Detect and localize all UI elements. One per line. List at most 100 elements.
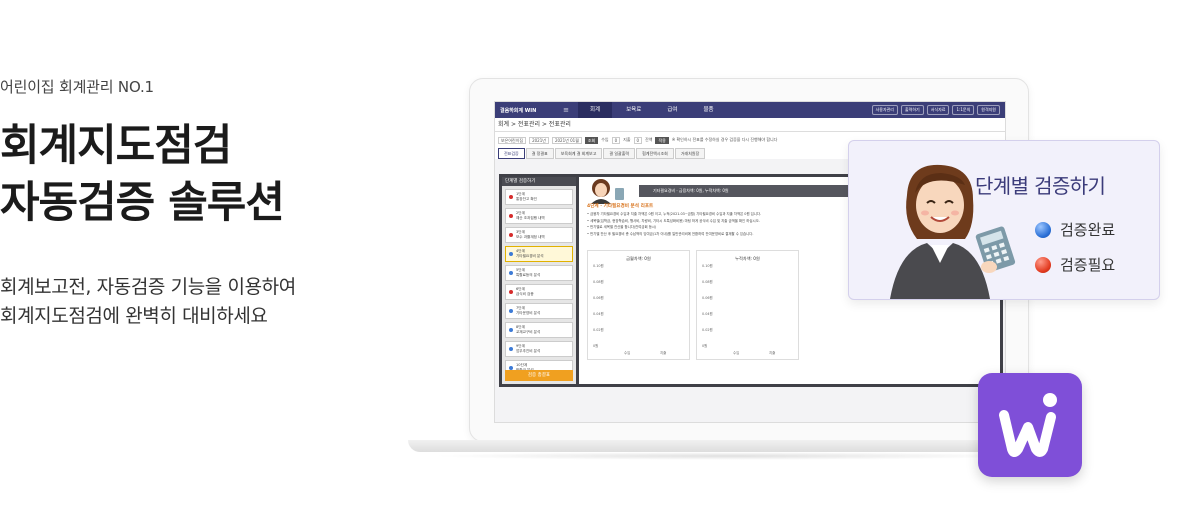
status-dot [509,271,513,275]
tab-inquiry[interactable]: 협계전액시조회 [636,148,674,159]
util-print[interactable]: 출력하기 [900,105,924,115]
tab-slips[interactable]: 결 정결표 [525,148,554,159]
income-value: 0 [611,136,621,144]
search-button[interactable]: 조회 [584,136,599,144]
chart-tick: 0.02원 [702,328,713,332]
mini-character-illustration [591,179,624,204]
monthly-difference-chart: 금월차액: 0원 0.10원 0.08원 0.06원 0.04원 0.02원 0… [587,250,690,360]
chart-tick: 0.08원 [702,280,713,284]
step-label: 4단계 기타필요경비 분석 [516,249,544,258]
util-users[interactable]: 사용자관리 [871,105,898,115]
hero-banner: 어린이집 회계관리 NO.1 회계지도점검 자동검증 솔루션 회계보고전, 자동… [0,0,1200,531]
chart-tick: 0.02원 [593,328,604,332]
summary-button[interactable]: 검증 총결표 [505,370,573,381]
tagline: 어린이집 회계관리 NO.1 [0,78,154,96]
app-nav: 회계 보육료 급여 물품 [578,102,726,118]
step-label: 2단계 예산 조과집행 내역 [516,211,545,220]
org-select[interactable]: 보은어린이집 [498,136,527,144]
step-label: 6단계 급식비 검증 [516,287,534,296]
chart-tick: 0.06원 [593,296,604,300]
nav-item-goods[interactable]: 물품 [691,102,725,118]
util-inquiry[interactable]: 1:1문의 [952,105,975,115]
year-select[interactable]: 2021년 [529,136,549,144]
status-dot [509,195,513,199]
description-line-1: 회계보고전, 자동검증 기능을 이용하여 [0,276,296,298]
status-dot [509,252,513,256]
description: 회계보고전, 자동검증 기능을 이용하여 회계지도점검에 완벽히 대비하세요 [0,273,296,331]
month-select[interactable]: 2021년 01월 [551,136,582,144]
util-forms[interactable]: 서식자료 [926,105,950,115]
balance-label: 잔액 [645,137,653,142]
step-item[interactable]: 7단계 기타운영비 분석 [505,303,573,319]
step-item[interactable]: 2단계 예산 조과집행 내역 [505,208,573,224]
step-label: 5단계 특활료등의 분석 [516,268,541,277]
breadcrumb: 회계 > 전표관리 > 전표관리 [495,118,1005,132]
app-logo-badge [978,373,1082,477]
tab-ledger[interactable]: 거래처원장 [674,148,706,159]
step-item[interactable]: 6단계 급식비 검증 [505,284,573,300]
tab-batch-print[interactable]: 결 일괄출력 [603,148,636,159]
chart-bar-label: 수입 [624,351,631,355]
steps-sidebar: 단계별 검증하기 1단계 통장잔고 확인 2단계 예산 조과집행 내역 3단계 보수 … [502,177,576,384]
panel-title: 4단계 · 기타필요경비 분석 리포트 [587,204,654,209]
step-item[interactable]: 1단계 통장잔고 확인 [505,189,573,205]
legend-needs-verification: 검증필요 [1035,254,1115,275]
headline-line-1: 회계지도점검 [0,121,232,171]
step-label: 7단계 기타운영비 분석 [516,306,541,315]
needs-verification-status-icon [1035,256,1051,273]
chart-title: 금월차액: 0원 [626,256,651,261]
expense-label: 지출 [623,137,631,142]
legend-verified-label: 검증완료 [1060,221,1116,239]
nav-item-tuition[interactable]: 보육료 [614,102,653,118]
chart-tick: 0.10원 [702,264,713,268]
app-utilities: 사용자관리 출력하기 서식자료 1:1문의 원격지원 [871,105,1000,115]
chart-tick: 0원 [702,344,708,348]
chart-bar-label: 수입 [733,351,740,355]
steps-title: 단계별 검증하기 [502,177,576,186]
headline-line-2: 자동검증 솔루션 [0,178,285,228]
status-dot [509,328,513,332]
expense-value: 0 [633,136,643,144]
legend-needs-verification-label: 검증필요 [1060,256,1116,274]
apply-button[interactable]: 적용 [655,136,669,144]
step-label: 1단계 통장잔고 확인 [516,192,537,201]
status-dot [509,233,513,237]
step-item[interactable]: 9단계 업무추진비 분석 [505,341,573,357]
status-dot [509,347,513,351]
step-label: 9단계 업무추진비 분석 [516,344,541,353]
tab-verify[interactable]: 전표검증 [498,148,525,159]
status-dot [509,214,513,218]
util-remote[interactable]: 원격지원 [977,105,1000,115]
cumulative-difference-chart: 누적차액: 0원 0.10원 0.08원 0.06원 0.04원 0.02원 0… [696,250,799,360]
laptop-shadow [430,452,1026,460]
step-item[interactable]: 3단계 보수 과쁠계정 내역 [505,227,573,243]
chart-tick: 0.04원 [593,312,604,316]
card-title: 단계별 검증하기 [975,174,1106,198]
chart-bar-label: 지출 [769,351,776,355]
step-item-current[interactable]: 4단계 기타필요경비 분석 [505,246,573,262]
verified-status-icon [1035,221,1051,238]
legend-verified: 검증완료 [1035,219,1115,240]
step-item[interactable]: 8단계 교재교구비 분석 [505,322,573,338]
income-label: 수입 [601,137,609,142]
menu-icon[interactable]: ≡ [560,106,572,114]
chart-tick: 0원 [593,344,599,348]
step-label: 3단계 보수 과쁠계정 내역 [516,230,545,239]
nav-item-accounting[interactable]: 회계 [578,102,613,118]
step-label: 8단계 교재교구비 분석 [516,325,541,334]
description-line-2: 회계지도점검에 완벽히 대비하세요 [0,305,268,327]
chart-tick: 0.06원 [702,296,713,300]
headline: 회계지도점검 자동검증 솔루션 [0,118,285,232]
filter-note: ※ 확인하시 전표를 수정하실 경우 검증을 다시 진행해야 합니다 [671,137,778,142]
app-topbar: 결음하회계 WIN ≡ 회계 보육료 급여 물품 사용자관리 출력하기 서식자료… [495,102,1005,118]
status-dot [509,309,513,313]
laptop-base [408,440,1048,452]
tab-report[interactable]: 보육회계 결 회계보고 [554,148,603,159]
chart-tick: 0.04원 [702,312,713,316]
nav-item-payroll[interactable]: 급여 [655,102,689,118]
verification-card: 단계별 검증하기 검증완료 검증필요 [848,140,1160,300]
step-item[interactable]: 5단계 특활료등의 분석 [505,265,573,281]
chart-title: 누적차액: 0원 [735,256,760,261]
chart-tick: 0.08원 [593,280,604,284]
chart-bar-label: 지출 [660,351,667,355]
